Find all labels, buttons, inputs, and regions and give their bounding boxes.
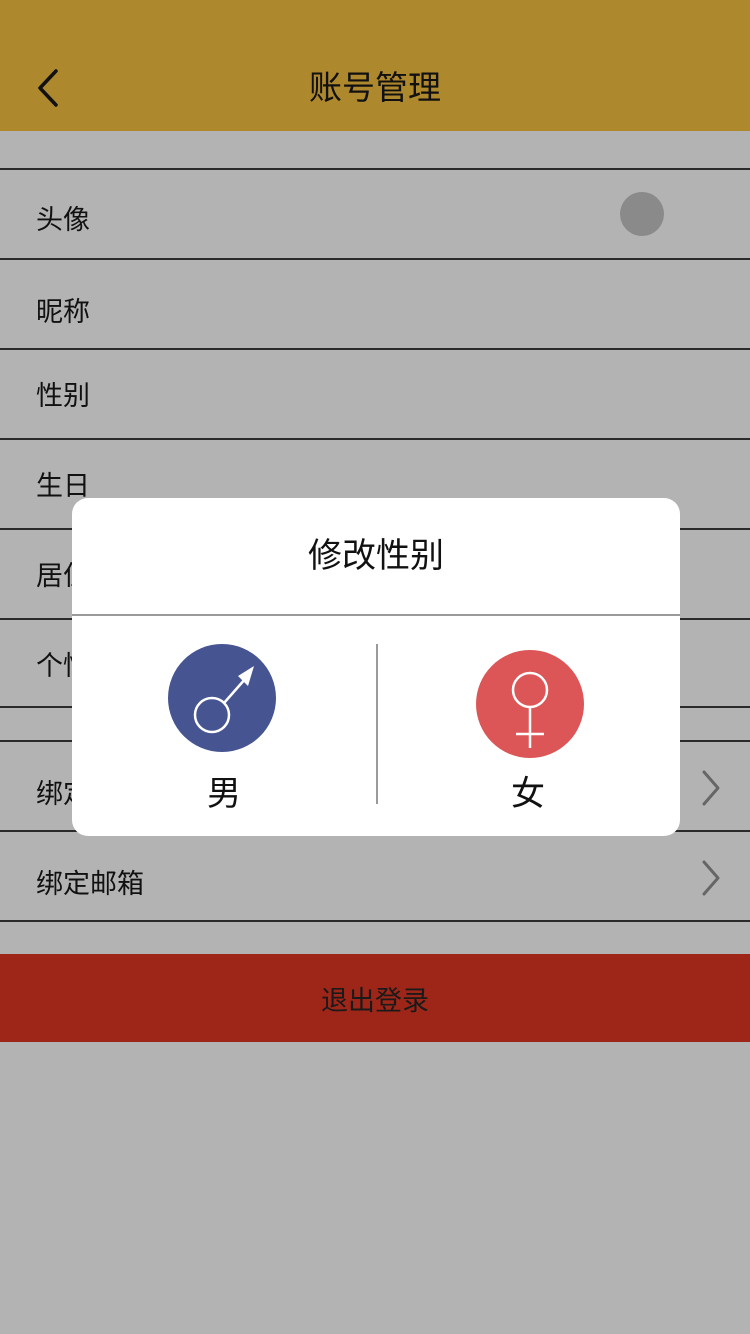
logout-button[interactable]: 退出登录: [0, 954, 750, 1042]
row-label-bind-email: 绑定邮箱: [36, 869, 144, 900]
row-label-nickname: 昵称: [36, 297, 90, 328]
page-title: 账号管理: [309, 68, 441, 107]
female-symbol-icon: [476, 650, 584, 758]
gender-option-male[interactable]: 男: [72, 616, 376, 836]
row-nickname[interactable]: 昵称: [0, 260, 750, 350]
gender-label-female: 女: [511, 774, 545, 814]
header-bar: 账号管理: [0, 0, 750, 131]
gender-option-female[interactable]: 女: [376, 616, 680, 836]
row-gender[interactable]: 性别: [0, 350, 750, 440]
gender-label-male: 男: [207, 774, 241, 814]
chevron-right-icon: [702, 770, 720, 806]
logout-label: 退出登录: [321, 985, 429, 1017]
gender-dialog: 修改性别 男 女: [72, 498, 680, 836]
avatar[interactable]: [620, 192, 664, 236]
row-label-avatar: 头像: [36, 205, 90, 236]
row-bind-email[interactable]: 绑定邮箱: [0, 832, 750, 922]
row-label-gender: 性别: [36, 381, 90, 412]
row-label-birthday: 生日: [36, 471, 90, 502]
chevron-right-icon: [702, 860, 720, 896]
dialog-title: 修改性别: [308, 536, 444, 576]
male-symbol-icon: [168, 644, 276, 752]
